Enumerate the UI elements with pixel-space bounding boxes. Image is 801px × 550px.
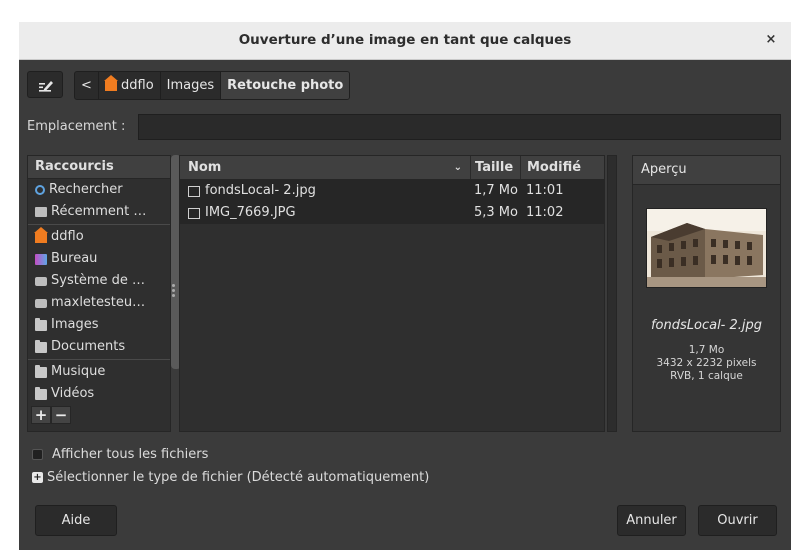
file-open-dialog: Ouverture d’une image en tant que calque… bbox=[19, 22, 791, 550]
preview-panel: Aperçu fondsLocal- 2.jpg 1,7 Mo 3432 x 2… bbox=[632, 155, 781, 432]
preview-header: Aperçu bbox=[633, 156, 780, 185]
path-crumb-retouche-photo[interactable]: Retouche photo bbox=[221, 72, 350, 99]
location-label: Emplacement : bbox=[27, 119, 126, 134]
add-bookmark-button[interactable]: + bbox=[31, 406, 51, 424]
preview-filename: fondsLocal- 2.jpg bbox=[650, 318, 763, 333]
file-type-expander[interactable]: + Sélectionner le type de fichier (Détec… bbox=[32, 470, 429, 485]
drive-icon bbox=[35, 298, 47, 308]
file-modified: 11:02 bbox=[526, 205, 564, 220]
path-crumb-label: ddflo bbox=[121, 78, 154, 93]
recent-icon bbox=[35, 207, 47, 217]
sidebar-item-filesystem[interactable]: Système de … bbox=[28, 270, 170, 292]
show-all-files-checkbox[interactable] bbox=[32, 449, 43, 460]
file-name: fondsLocal- 2.jpg bbox=[205, 183, 316, 198]
sidebar-item-home[interactable]: ddflo bbox=[28, 226, 170, 248]
file-size: 1,7 Mo bbox=[474, 183, 518, 198]
home-icon bbox=[104, 75, 118, 91]
image-file-icon bbox=[188, 185, 200, 197]
file-list-scrollbar[interactable] bbox=[607, 155, 617, 432]
close-button[interactable]: × bbox=[761, 30, 781, 50]
sidebar-item-label: Musique bbox=[51, 364, 106, 379]
sidebar-item-label: Vidéos bbox=[51, 386, 95, 401]
pane-resize-grip[interactable] bbox=[172, 284, 175, 299]
chevron-left-icon: < bbox=[81, 78, 92, 93]
file-name: IMG_7669.JPG bbox=[205, 205, 296, 220]
preview-mode: RVB, 1 calque bbox=[670, 370, 743, 382]
folder-icon bbox=[35, 317, 47, 331]
sidebar-item-search[interactable]: Rechercher bbox=[28, 179, 170, 201]
preview-size: 1,7 Mo bbox=[688, 344, 725, 356]
sidebar-item-images[interactable]: Images bbox=[28, 314, 170, 336]
sidebar-item-desktop[interactable]: Bureau bbox=[28, 248, 170, 270]
bookmark-buttons: + − bbox=[31, 406, 71, 424]
file-list-header: Nom ⌄ Taille Modifié bbox=[180, 156, 604, 180]
sidebar-item-label: Récemment … bbox=[51, 204, 147, 219]
file-row[interactable]: fondsLocal- 2.jpg 1,7 Mo 11:01 bbox=[180, 180, 604, 202]
sidebar-item-volume[interactable]: maxletesteu… bbox=[28, 292, 170, 314]
sidebar-item-label: ddflo bbox=[51, 229, 84, 244]
expander-plus-icon[interactable]: + bbox=[32, 472, 43, 483]
sidebar-item-label: Images bbox=[51, 317, 99, 332]
show-all-files-option[interactable]: Afficher tous les fichiers bbox=[32, 447, 208, 462]
sort-chevron-down-icon: ⌄ bbox=[453, 162, 462, 173]
file-type-expander-label: Sélectionner le type de fichier (Détecté… bbox=[47, 470, 430, 485]
sidebar-item-label: Système de … bbox=[51, 273, 145, 288]
sidebar-item-label: Documents bbox=[51, 339, 126, 354]
folder-icon bbox=[35, 339, 47, 353]
open-button[interactable]: Ouvrir bbox=[698, 505, 777, 536]
folder-icon bbox=[35, 364, 47, 378]
sidebar-item-label: Bureau bbox=[51, 251, 98, 266]
search-icon bbox=[35, 185, 45, 195]
file-modified: 11:01 bbox=[526, 183, 564, 198]
path-bar: < ddflo Images Retouche photo bbox=[74, 71, 351, 100]
path-crumb-label: Images bbox=[166, 78, 215, 93]
dialog-title: Ouverture d’une image en tant que calque… bbox=[238, 32, 572, 48]
preview-thumbnail bbox=[646, 208, 767, 288]
sidebar-item-label: maxletesteu… bbox=[51, 295, 146, 310]
path-crumb-images[interactable]: Images bbox=[161, 72, 222, 99]
help-button[interactable]: Aide bbox=[35, 505, 117, 536]
sidebar-item-label: Rechercher bbox=[49, 182, 123, 197]
show-all-files-label: Afficher tous les fichiers bbox=[52, 447, 209, 462]
file-row[interactable]: IMG_7669.JPG 5,3 Mo 11:02 bbox=[180, 202, 604, 224]
column-header-modified[interactable]: Modifié bbox=[520, 156, 604, 179]
sidebar-item-music[interactable]: Musique bbox=[28, 361, 170, 383]
cancel-button[interactable]: Annuler bbox=[617, 505, 686, 536]
sidebar-item-documents[interactable]: Documents bbox=[28, 336, 170, 358]
sidebar-separator bbox=[28, 224, 170, 225]
drive-icon bbox=[35, 276, 47, 286]
path-crumb-label: Retouche photo bbox=[227, 78, 344, 93]
sidebar-header: Raccourcis bbox=[28, 156, 170, 179]
sidebar-item-recent[interactable]: Récemment … bbox=[28, 201, 170, 223]
sidebar-item-videos[interactable]: Vidéos bbox=[28, 383, 170, 405]
image-file-icon bbox=[188, 207, 200, 219]
places-sidebar: Raccourcis Rechercher Récemment … ddflo … bbox=[27, 155, 171, 432]
edit-location-icon bbox=[39, 81, 53, 92]
desktop-icon bbox=[35, 253, 47, 265]
path-crumb-home[interactable]: ddflo bbox=[99, 72, 161, 99]
home-icon bbox=[34, 226, 48, 243]
sidebar-separator bbox=[28, 359, 170, 360]
titlebar[interactable]: Ouverture d’une image en tant que calque… bbox=[19, 22, 791, 60]
folder-icon bbox=[35, 386, 47, 400]
file-list: Nom ⌄ Taille Modifié fondsLocal- 2.jpg 1… bbox=[179, 155, 605, 432]
path-back-button[interactable]: < bbox=[75, 72, 99, 99]
column-header-name[interactable]: Nom ⌄ bbox=[180, 156, 470, 179]
column-header-size[interactable]: Taille bbox=[470, 156, 520, 179]
preview-dimensions: 3432 x 2232 pixels bbox=[656, 357, 757, 369]
preview-info: 1,7 Mo 3432 x 2232 pixels RVB, 1 calque bbox=[633, 344, 780, 383]
type-location-button[interactable] bbox=[27, 71, 63, 98]
location-input[interactable] bbox=[138, 114, 781, 140]
file-size: 5,3 Mo bbox=[474, 205, 518, 220]
remove-bookmark-button[interactable]: − bbox=[51, 406, 71, 424]
